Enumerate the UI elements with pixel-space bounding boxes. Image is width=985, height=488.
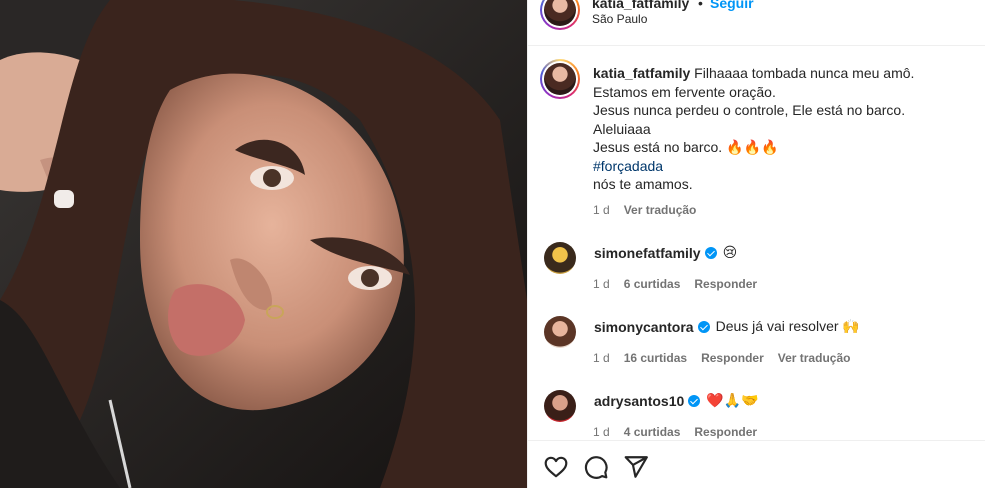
caption-avatar[interactable]	[540, 59, 580, 99]
comment-button[interactable]	[583, 454, 609, 480]
comment-text: 😢	[722, 244, 738, 260]
commenter-avatar[interactable]	[544, 242, 576, 274]
commenter-avatar[interactable]	[544, 316, 576, 348]
comment-line: simonefatfamily 😢	[594, 244, 737, 261]
reply-button[interactable]: Responder	[694, 277, 757, 291]
comment-likes[interactable]: 4 curtidas	[624, 425, 681, 439]
comment-likes[interactable]: 6 curtidas	[624, 277, 681, 291]
post-photo[interactable]	[0, 0, 527, 488]
caption-meta: 1 d Ver tradução	[593, 203, 696, 217]
comment-translate-link[interactable]: Ver tradução	[778, 351, 851, 365]
caption-text: katia_fatfamily Filhaaaa tombada nunca m…	[593, 64, 963, 194]
post-header: katia_fatfamily • Seguir São Paulo	[528, 0, 985, 46]
caption-line: Jesus está no barco. 🔥🔥🔥	[593, 139, 779, 155]
selfie-image	[0, 0, 527, 488]
comment-meta: 1 d 16 curtidas Responder Ver tradução	[593, 351, 850, 365]
caption-username[interactable]: katia_fatfamily	[593, 65, 690, 81]
verified-badge-icon	[704, 246, 717, 259]
comment-icon	[584, 456, 608, 479]
verified-badge-icon	[697, 320, 710, 333]
caption-line: Estamos em fervente oração.	[593, 83, 776, 100]
comment-meta: 1 d 6 curtidas Responder	[593, 277, 757, 291]
caption-line: Jesus nunca perdeu o controle, Ele está …	[593, 102, 906, 118]
comment-time[interactable]: 1 d	[593, 425, 610, 439]
commenter-avatar[interactable]	[544, 390, 576, 422]
reply-button[interactable]: Responder	[694, 425, 757, 439]
share-button[interactable]	[623, 454, 649, 480]
header-separator: •	[698, 0, 703, 11]
heart-icon	[544, 456, 568, 478]
comment-likes[interactable]: 16 curtidas	[624, 351, 687, 365]
comment-time[interactable]: 1 d	[593, 351, 610, 365]
comment-username[interactable]: simonefatfamily	[594, 245, 701, 261]
share-icon	[624, 456, 648, 478]
author-username[interactable]: katia_fatfamily	[592, 0, 689, 11]
caption-line: Aleluiaaa	[593, 120, 651, 137]
comment-line: simonycantora Deus já vai resolver 🙌	[594, 318, 860, 335]
comment-username[interactable]: simonycantora	[594, 319, 694, 335]
comment-text: Deus já vai resolver 🙌	[715, 318, 860, 334]
comment-username[interactable]: adrysantos10	[594, 393, 684, 409]
comment-time[interactable]: 1 d	[593, 277, 610, 291]
caption-translate-link[interactable]: Ver tradução	[624, 203, 697, 217]
follow-button[interactable]: Seguir	[710, 0, 754, 11]
like-button[interactable]	[543, 454, 569, 480]
reply-button[interactable]: Responder	[701, 351, 764, 365]
post-detail-panel: katia_fatfamily • Seguir São Paulo katia…	[527, 0, 985, 488]
post-actions-bar	[528, 440, 985, 488]
caption-time[interactable]: 1 d	[593, 203, 610, 217]
comment-line: adrysantos10 ❤️🙏🤝	[594, 392, 759, 409]
caption-hashtag[interactable]: #forçadada	[593, 158, 663, 174]
author-avatar[interactable]	[540, 0, 580, 30]
caption-closing: nós te amamos.	[593, 176, 693, 192]
comment-meta: 1 d 4 curtidas Responder	[593, 425, 757, 439]
comments-scroll-area[interactable]: katia_fatfamily Filhaaaa tombada nunca m…	[528, 46, 985, 440]
post-location[interactable]: São Paulo	[592, 12, 647, 26]
verified-badge-icon	[688, 394, 701, 407]
caption-first-line: Filhaaaa tombada nunca meu amô.	[694, 65, 915, 81]
comment-text: ❤️🙏🤝	[706, 392, 759, 408]
